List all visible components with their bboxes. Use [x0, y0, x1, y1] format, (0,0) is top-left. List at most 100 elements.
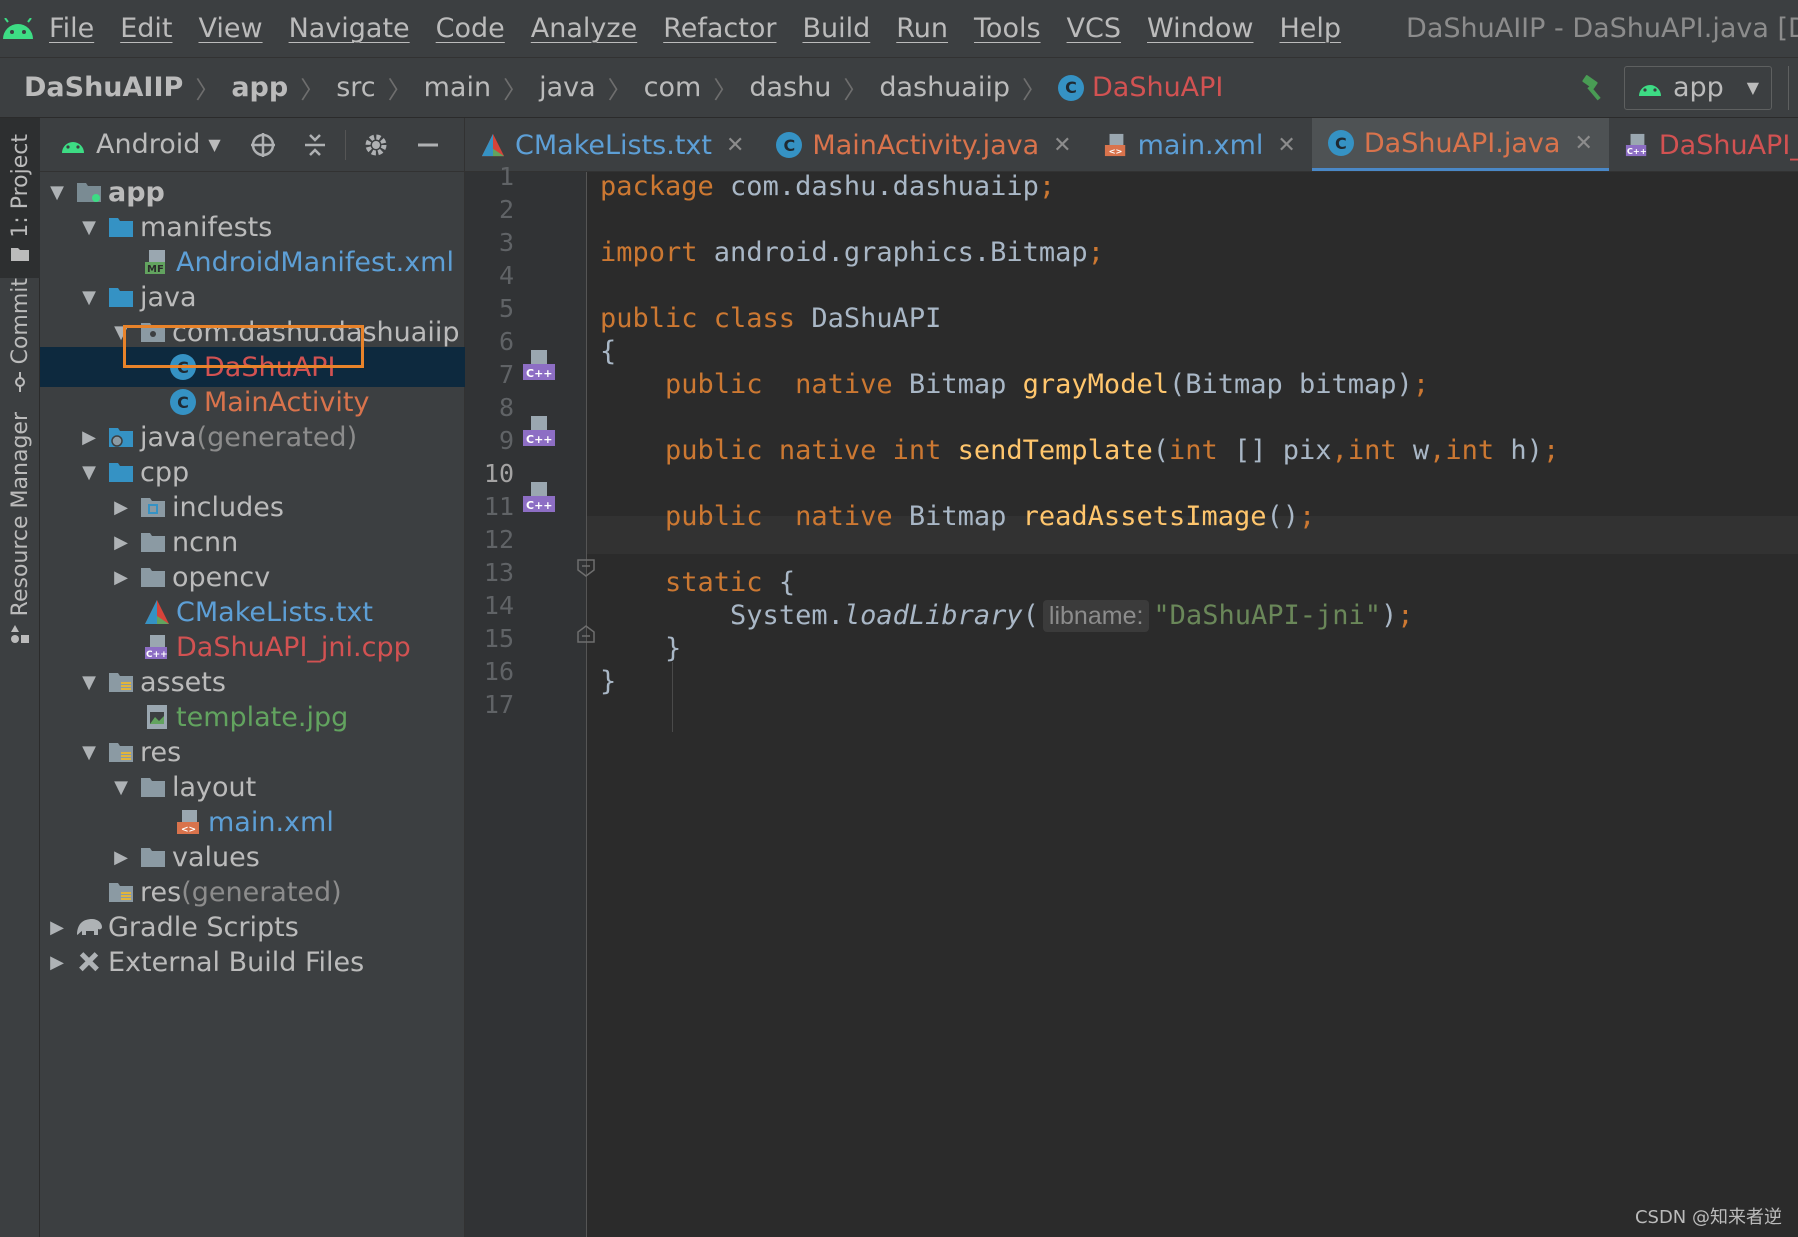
tree-item-assets[interactable]: ▼ assets — [40, 662, 465, 702]
menu-view[interactable]: View — [185, 13, 275, 44]
tree-item-cpp[interactable]: ▼ cpp — [40, 452, 465, 492]
breadcrumb-src[interactable]: src — [336, 72, 375, 103]
menu-code[interactable]: Code — [423, 13, 518, 44]
tab-mainactivity[interactable]: C MainActivity.java ✕ — [760, 118, 1087, 171]
breadcrumb-dashu[interactable]: dashu — [749, 72, 831, 103]
code-token: public native int — [665, 435, 942, 466]
project-view-selector[interactable]: Android — [96, 129, 200, 160]
close-icon[interactable]: ✕ — [726, 133, 744, 158]
tree-item-androidmanifest[interactable]: MF AndroidManifest.xml — [40, 242, 465, 282]
make-project-hammer-icon[interactable] — [1564, 73, 1624, 103]
menu-run[interactable]: Run — [883, 13, 961, 44]
menu-navigate[interactable]: Navigate — [276, 13, 423, 44]
locate-crosshair-icon[interactable] — [237, 132, 289, 158]
tool-window-stripe: 1: Project Commit Resource Manager — [0, 118, 40, 1237]
breadcrumb-java[interactable]: java — [539, 72, 596, 103]
close-icon[interactable]: ✕ — [1053, 133, 1071, 158]
tree-item-includes[interactable]: ▶ includes — [40, 487, 465, 527]
tree-item-gradle-scripts[interactable]: ▶ Gradle Scripts — [40, 907, 465, 947]
collapsed-arrow-icon[interactable]: ▶ — [48, 952, 66, 973]
tree-item-mainactivity[interactable]: C MainActivity — [40, 382, 465, 422]
expanded-arrow-icon[interactable]: ▼ — [80, 287, 98, 308]
tree-item-java-generated[interactable]: ▶ java (generated) — [40, 417, 465, 457]
svg-text:C++: C++ — [1627, 146, 1647, 156]
navigate-to-cpp-icon[interactable]: C++ — [521, 480, 557, 516]
tree-item-app[interactable]: ▼ app — [40, 172, 465, 212]
menu-file[interactable]: File — [36, 13, 107, 44]
tree-item-label: res — [140, 876, 182, 908]
tree-item-ncnn[interactable]: ▶ ncnn — [40, 522, 465, 562]
tool-window-resource-manager-tab[interactable]: Resource Manager — [0, 408, 40, 644]
tree-item-layout[interactable]: ▼ layout — [40, 767, 465, 807]
expanded-arrow-icon[interactable]: ▼ — [112, 322, 130, 343]
tree-item-package[interactable]: ▼ com.dashu.dashuaiip — [40, 312, 465, 352]
collapsed-arrow-icon[interactable]: ▶ — [48, 917, 66, 938]
collapse-all-icon[interactable] — [289, 133, 341, 157]
breadcrumb-dashuaiip[interactable]: dashuaiip — [879, 72, 1010, 103]
tab-label: DaShuAPI.java — [1363, 127, 1561, 159]
menu-analyze[interactable]: Analyze — [518, 13, 650, 44]
navigate-to-cpp-icon[interactable]: C++ — [521, 414, 557, 450]
menu-tools[interactable]: Tools — [961, 13, 1054, 44]
code-editor[interactable]: 1 2 3 4 5 6 7 8 9 10 11 12 13 14 15 16 1… — [465, 162, 1798, 1237]
expanded-arrow-icon[interactable]: ▼ — [112, 777, 130, 798]
code-token: grayModel — [1022, 369, 1169, 400]
tool-window-project-tab[interactable]: 1: Project — [0, 118, 40, 278]
collapsed-arrow-icon[interactable]: ▶ — [112, 532, 130, 553]
tree-item-cmakelists[interactable]: CMakeLists.txt — [40, 592, 465, 632]
breadcrumb-main[interactable]: main — [424, 72, 491, 103]
tree-item-template-jpg[interactable]: template.jpg — [40, 697, 465, 737]
tab-main-xml[interactable]: <> main.xml ✕ — [1088, 118, 1312, 171]
folder-icon — [11, 247, 29, 261]
run-configuration-select[interactable]: app ▼ — [1624, 65, 1772, 110]
breadcrumb-com[interactable]: com — [644, 72, 702, 103]
breadcrumb-class[interactable]: DaShuAPI — [1092, 72, 1223, 103]
tree-item-dashuapi-jni-cpp[interactable]: C++ DaShuAPI_jni.cpp — [40, 627, 465, 667]
gear-icon[interactable] — [350, 132, 402, 158]
code-token: , — [1429, 435, 1446, 466]
menu-vcs[interactable]: VCS — [1054, 13, 1134, 44]
code-token: w — [1396, 435, 1430, 466]
menu-edit[interactable]: Edit — [107, 13, 185, 44]
tree-item-res-generated[interactable]: res (generated) — [40, 872, 465, 912]
tree-item-external-build-files[interactable]: ▶ External Build Files — [40, 942, 465, 982]
close-icon[interactable]: ✕ — [1574, 131, 1592, 156]
collapsed-arrow-icon[interactable]: ▶ — [80, 427, 98, 448]
editor-gutter[interactable]: 1 2 3 4 5 6 7 8 9 10 11 12 13 14 15 16 1… — [465, 162, 595, 1237]
navigate-to-cpp-icon[interactable]: C++ — [521, 348, 557, 384]
tree-item-dashuapi[interactable]: C DaShuAPI — [40, 347, 465, 387]
tree-item-values[interactable]: ▶ values — [40, 837, 465, 877]
tree-item-label: CMakeLists.txt — [176, 596, 373, 628]
tab-dashuapi-java[interactable]: C DaShuAPI.java ✕ — [1311, 118, 1609, 171]
close-icon[interactable]: ✕ — [1277, 133, 1295, 158]
expanded-arrow-icon[interactable]: ▼ — [80, 462, 98, 483]
line-number: 14 — [483, 591, 514, 620]
fold-collapse-icon[interactable] — [576, 558, 596, 578]
collapsed-arrow-icon[interactable]: ▶ — [112, 497, 130, 518]
tab-dashuapi-jni-cpp[interactable]: C++ DaShuAPI_jni.cp — [1609, 118, 1798, 171]
fold-end-icon[interactable] — [576, 624, 596, 644]
tree-item-main-xml[interactable]: <> main.xml — [40, 802, 465, 842]
menu-help[interactable]: Help — [1266, 13, 1354, 44]
collapsed-arrow-icon[interactable]: ▶ — [112, 567, 130, 588]
breadcrumb-project[interactable]: DaShuAIIP — [24, 72, 183, 103]
tool-window-commit-tab[interactable]: Commit — [0, 268, 40, 393]
tree-item-java[interactable]: ▼ java — [40, 277, 465, 317]
tree-item-label: values — [172, 841, 260, 873]
menu-window[interactable]: Window — [1134, 13, 1266, 44]
tree-item-res[interactable]: ▼ res — [40, 732, 465, 772]
tree-item-opencv[interactable]: ▶ opencv — [40, 557, 465, 597]
chevron-down-icon[interactable]: ▼ — [208, 135, 220, 154]
minimize-icon[interactable] — [402, 134, 454, 156]
expanded-arrow-icon[interactable]: ▼ — [80, 742, 98, 763]
breadcrumb-module[interactable]: app — [231, 72, 288, 103]
tree-item-manifests[interactable]: ▼ manifests — [40, 207, 465, 247]
expanded-arrow-icon[interactable]: ▼ — [80, 217, 98, 238]
expanded-arrow-icon[interactable]: ▼ — [80, 672, 98, 693]
expanded-arrow-icon[interactable]: ▼ — [48, 182, 66, 203]
watermark-text: CSDN @知来者逆 — [1634, 1207, 1782, 1228]
menu-refactor[interactable]: Refactor — [650, 13, 789, 44]
collapsed-arrow-icon[interactable]: ▶ — [112, 847, 130, 868]
menu-build[interactable]: Build — [789, 13, 883, 44]
